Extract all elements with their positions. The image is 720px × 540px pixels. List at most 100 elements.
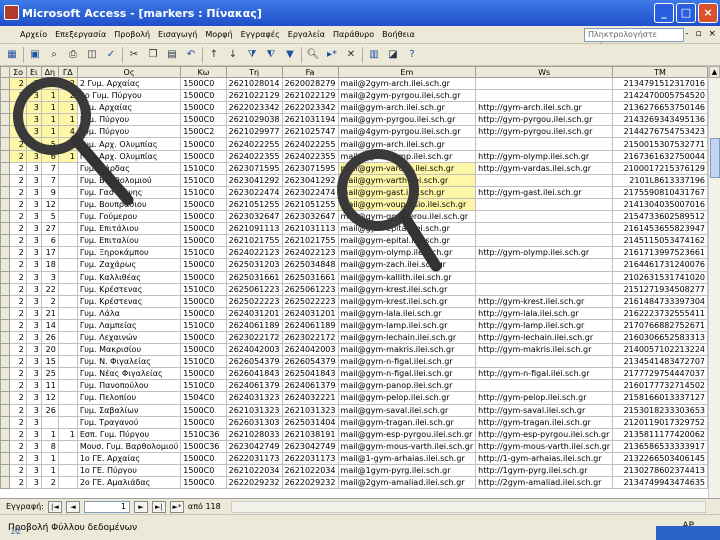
row-selector[interactable]	[0, 161, 11, 175]
table-cell[interactable]: 2120119017329752	[612, 415, 708, 429]
table-cell[interactable]: 2141304035007016	[612, 197, 708, 212]
table-cell[interactable]: 22	[40, 282, 59, 296]
table-cell[interactable]: 2	[9, 161, 27, 175]
table-cell[interactable]: 3	[25, 137, 42, 151]
table-cell[interactable]: 1510C0	[180, 379, 227, 393]
table-cell[interactable]: 3	[25, 101, 42, 115]
table-cell[interactable]: 1	[57, 149, 78, 163]
table-cell[interactable]: 2621029038	[225, 113, 283, 127]
table-cell[interactable]	[57, 258, 78, 272]
table-cell[interactable]: 1500C0	[180, 76, 227, 91]
table-cell[interactable]: Γυμ. Βουπράσιου	[76, 197, 182, 212]
table-cell[interactable]: 1500C0	[180, 476, 227, 490]
menu-tools[interactable]: Εργαλεία	[284, 30, 329, 39]
table-cell[interactable]: 3	[25, 113, 42, 127]
table-cell[interactable]: 2	[9, 173, 27, 187]
table-cell[interactable]: 3	[25, 306, 42, 320]
row-selector[interactable]	[0, 330, 11, 345]
table-cell[interactable]: 2	[9, 197, 27, 212]
table-cell[interactable]: mail@gym-lala.ilei.sch.gr	[337, 306, 477, 320]
table-cell[interactable]: 1	[40, 451, 59, 466]
menu-format[interactable]: Μορφή	[201, 30, 236, 39]
table-cell[interactable]: 6	[40, 149, 59, 163]
table-cell[interactable]: 2	[9, 89, 27, 103]
row-selector[interactable]	[0, 246, 11, 260]
scroll-up-icon[interactable]: ▲	[709, 66, 720, 78]
table-cell[interactable]	[475, 270, 614, 284]
row-selector[interactable]	[0, 294, 11, 308]
table-cell[interactable]: 3	[25, 367, 42, 381]
table-cell[interactable]: 3	[25, 379, 42, 393]
table-cell[interactable]	[57, 318, 78, 332]
table-cell[interactable]: 2158166013337127	[612, 391, 708, 405]
table-cell[interactable]: 2	[9, 246, 27, 260]
table-cell[interactable]: 2	[9, 355, 27, 369]
table-cell[interactable]: Γυμ. Πανοπούλου	[76, 379, 182, 393]
table-cell[interactable]: 2626031303	[225, 415, 283, 429]
help-icon[interactable]: ?	[404, 47, 420, 63]
table-cell[interactable]: mail@gym-olymp.ilei.sch.gr	[337, 246, 477, 260]
table-cell[interactable]: 2625034848	[281, 258, 339, 272]
table-cell[interactable]: 1500C0	[180, 367, 227, 381]
table-cell[interactable]: mail@gym-pyrgou.ilei.sch.gr	[337, 113, 477, 127]
apply-filter-icon[interactable]: ▼	[282, 47, 298, 63]
table-cell[interactable]: http://gym-arch.ilei.sch.gr	[475, 101, 614, 115]
table-cell[interactable]: 26	[40, 330, 59, 345]
table-cell[interactable]: 3	[25, 149, 42, 163]
paste-icon[interactable]: ▤	[164, 47, 180, 63]
table-cell[interactable]: 2ο Γυμ. Πύργου	[76, 89, 182, 103]
table-cell[interactable]: 2622023342	[281, 101, 339, 115]
table-cell[interactable]: http://gym-saval.ilei.sch.gr	[475, 403, 614, 417]
cut-icon[interactable]: ✂	[126, 47, 142, 63]
menu-edit[interactable]: Επεξεργασία	[51, 30, 110, 39]
table-cell[interactable]: 2623071595	[281, 161, 339, 175]
row-selector[interactable]	[0, 318, 11, 332]
table-cell[interactable]: 1500C0	[180, 270, 227, 284]
table-cell[interactable]: Γυμ. Ζαχάρως	[76, 258, 182, 272]
table-cell[interactable]: http://gym-tragan.ilei.sch.gr	[475, 415, 614, 429]
table-cell[interactable]: 3	[25, 330, 42, 345]
table-cell[interactable]: 1	[57, 427, 78, 441]
table-cell[interactable]	[57, 355, 78, 369]
table-cell[interactable]: 2	[9, 427, 27, 441]
table-cell[interactable]: 1500C0	[180, 343, 227, 357]
table-cell[interactable]: 2101L8613337196	[612, 173, 708, 187]
table-cell[interactable]: mail@gym-vardas.ilei.sch.gr	[337, 161, 477, 175]
table-cell[interactable]: http://2gym-amaliad.ilei.sch.gr	[475, 476, 614, 490]
table-cell[interactable]: 1500C0	[180, 149, 227, 163]
table-cell[interactable]: 2624022355	[281, 149, 339, 163]
table-cell[interactable]: mail@2gym-arch.ilei.sch.gr	[337, 76, 477, 91]
menu-file[interactable]: Αρχείο	[16, 30, 51, 39]
table-cell[interactable]: mail@gym-saval.ilei.sch.gr	[337, 403, 477, 417]
table-cell[interactable]: 2	[9, 185, 27, 199]
table-cell[interactable]: 3	[25, 161, 42, 175]
table-cell[interactable]: 15	[40, 355, 59, 369]
table-cell[interactable]: 3	[25, 197, 42, 212]
table-cell[interactable]: 2	[9, 113, 27, 127]
delete-record-icon[interactable]: ✕	[343, 47, 359, 63]
table-cell[interactable]: 2626041843	[225, 367, 283, 381]
column-header[interactable]: Fa	[281, 66, 339, 78]
table-cell[interactable]: mail@2gym-pyrgou.ilei.sch.gr	[337, 89, 477, 103]
table-row[interactable]: 2 3 8 Μουσ. Γυμ. Βαρθολομιού 1500C36 26230427…	[0, 439, 708, 453]
table-row[interactable]: 2 3 1 1 Γυμ. Αρχαίας 1500C0 2622023342 26220233…	[0, 101, 708, 115]
table-cell[interactable]: 1500C0	[180, 234, 227, 248]
table-cell[interactable]: http://gym-gast.ilei.sch.gr	[475, 185, 614, 199]
table-cell[interactable]: mail@gym-arch.ilei.sch.gr	[337, 101, 477, 115]
menu-view[interactable]: Προβολή	[110, 30, 154, 39]
table-cell[interactable]: 1500C0	[180, 451, 227, 466]
table-cell[interactable]: 1500C0	[180, 137, 227, 151]
table-cell[interactable]: 2132266503406145	[612, 451, 708, 466]
table-cell[interactable]: 1	[40, 125, 59, 139]
table-cell[interactable]: 1510C36	[180, 427, 227, 441]
table-cell[interactable]: mail@gym-pelop.ilei.sch.gr	[337, 391, 477, 405]
table-cell[interactable]: mail@gym-panop.ilei.sch.gr	[337, 379, 477, 393]
table-cell[interactable]: 2624031323	[225, 391, 283, 405]
table-cell[interactable]: 3	[25, 173, 42, 187]
row-selector[interactable]	[0, 270, 11, 284]
table-row[interactable]: 2 3 6 Γυμ. Επιταλίου 1500C0 2621021755 2621021…	[0, 234, 708, 248]
spelling-icon[interactable]: ✓	[103, 47, 119, 63]
table-cell[interactable]: 2	[9, 391, 27, 405]
minimize-button[interactable]: _	[654, 3, 674, 23]
table-cell[interactable]: http://gym-lamp.ilei.sch.gr	[475, 318, 614, 332]
